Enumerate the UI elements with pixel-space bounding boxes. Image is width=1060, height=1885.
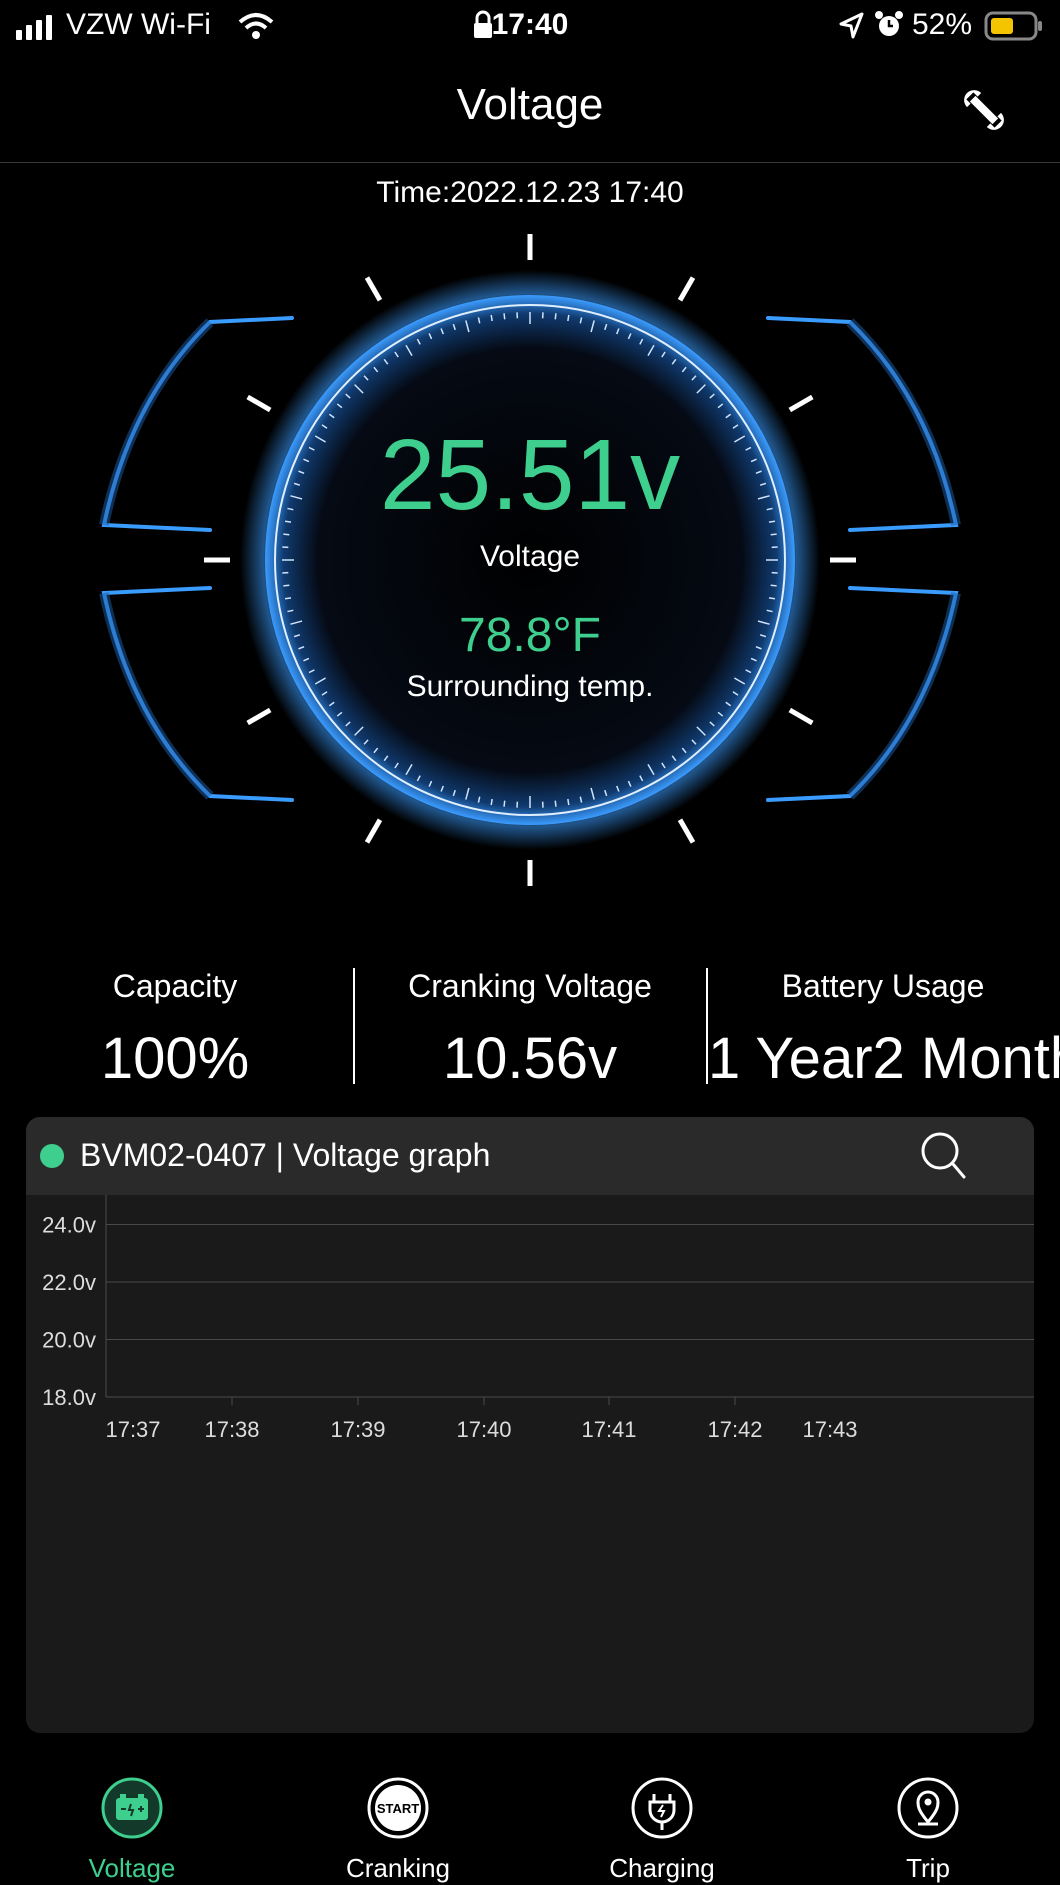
stat-capacity: Capacity 100% — [0, 968, 350, 1092]
search-icon[interactable] — [920, 1131, 968, 1181]
gauge-minor-tick — [567, 314, 570, 322]
battery-icon — [101, 1777, 163, 1839]
temperature-label: Surrounding temp. — [406, 670, 654, 703]
status-bar: VZW Wi-Fi 17:40 52% — [0, 0, 1060, 54]
gauge-minor-tick — [490, 798, 493, 806]
gauge-major-tick — [364, 276, 383, 302]
tab-label: Charging — [609, 1853, 715, 1883]
plug-icon — [631, 1777, 693, 1839]
x-tick-label: 17:37 — [105, 1417, 160, 1442]
stat-cranking-voltage: Cranking Voltage 10.56v — [355, 968, 705, 1092]
voltage-label: Voltage — [479, 540, 581, 573]
stat-value: 10.56v — [442, 1026, 618, 1091]
stat-battery-usage: Battery Usage 1 Year2 Month — [708, 968, 1060, 1092]
stat-label: Battery Usage — [781, 968, 985, 1004]
y-tick-label: 22.0v — [42, 1270, 96, 1295]
y-tick-label: 18.0v — [42, 1385, 96, 1410]
tab-label: Cranking — [345, 1853, 451, 1883]
reading-time: Time:2022.12.23 17:40 — [376, 176, 684, 209]
tab-cranking[interactable]: START Cranking — [298, 1776, 498, 1884]
start-icon: START — [367, 1777, 429, 1839]
voltage-line-chart: 30.0v28.0v26.0v24.0v22.0v20.0v18.0v17:37… — [42, 1195, 1034, 1442]
gauge-minor-tick — [554, 800, 557, 807]
gauge-major-tick — [788, 394, 814, 413]
graph-title: BVM02-0407 | Voltage graph — [80, 1137, 491, 1173]
header-divider — [0, 162, 1060, 163]
gauge-minor-tick — [283, 584, 290, 587]
gauge-minor-tick — [503, 313, 506, 320]
location-arrow-icon — [839, 12, 864, 39]
tab-label: Trip — [906, 1853, 950, 1883]
gauge-minor-tick — [284, 597, 292, 600]
wrench-icon[interactable] — [956, 82, 1012, 138]
voltage-reading: 25.51v — [379, 419, 681, 531]
stat-label: Cranking Voltage — [408, 968, 652, 1004]
gauge-minor-tick — [770, 533, 777, 536]
x-tick-label: 17:43 — [802, 1417, 857, 1442]
stat-value: 100% — [100, 1026, 250, 1091]
gauge-major-tick — [788, 707, 814, 726]
x-tick-label: 17:40 — [456, 1417, 511, 1442]
y-tick-label: 24.0v — [42, 1213, 96, 1238]
gauge-minor-tick — [554, 313, 557, 320]
tab-trip[interactable]: Trip — [828, 1776, 1028, 1884]
tab-charging[interactable]: Charging — [562, 1776, 762, 1884]
location-pin-icon — [897, 1777, 959, 1839]
battery-icon — [984, 11, 1042, 41]
gauge-major-tick — [677, 276, 696, 302]
gauge-major-tick — [677, 818, 696, 844]
stat-value: 1 Year2 Month — [708, 1026, 1060, 1091]
svg-text:START: START — [377, 1801, 419, 1816]
x-tick-label: 17:38 — [204, 1417, 259, 1442]
gauge-minor-tick — [770, 584, 777, 587]
connection-status-dot — [40, 1144, 64, 1168]
x-tick-label: 17:39 — [330, 1417, 385, 1442]
gauge-major-tick — [246, 394, 272, 413]
stat-label: Capacity — [112, 968, 238, 1004]
gauge-minor-tick — [490, 314, 493, 322]
gauge-major-tick — [246, 707, 272, 726]
gauge-minor-tick — [283, 533, 290, 536]
gauge-major-tick — [364, 818, 383, 844]
gauge-minor-tick — [768, 597, 776, 600]
gauge-minor-tick — [567, 798, 570, 806]
tab-voltage[interactable]: Voltage — [32, 1776, 232, 1884]
temperature-reading: 78.8°F — [459, 609, 601, 662]
y-tick-label: 20.0v — [42, 1328, 96, 1353]
gauge-minor-tick — [503, 800, 506, 807]
x-tick-label: 17:42 — [707, 1417, 762, 1442]
graph-header: BVM02-0407 | Voltage graph — [26, 1117, 1034, 1195]
battery-percent: 52% — [912, 8, 973, 41]
tab-label: Voltage — [88, 1853, 176, 1883]
x-tick-label: 17:41 — [581, 1417, 636, 1442]
voltage-graph-card: BVM02-0407 | Voltage graph 30.0v28.0v26.… — [26, 1117, 1034, 1733]
alarm-icon — [875, 11, 903, 36]
page-title: Voltage — [456, 80, 604, 129]
